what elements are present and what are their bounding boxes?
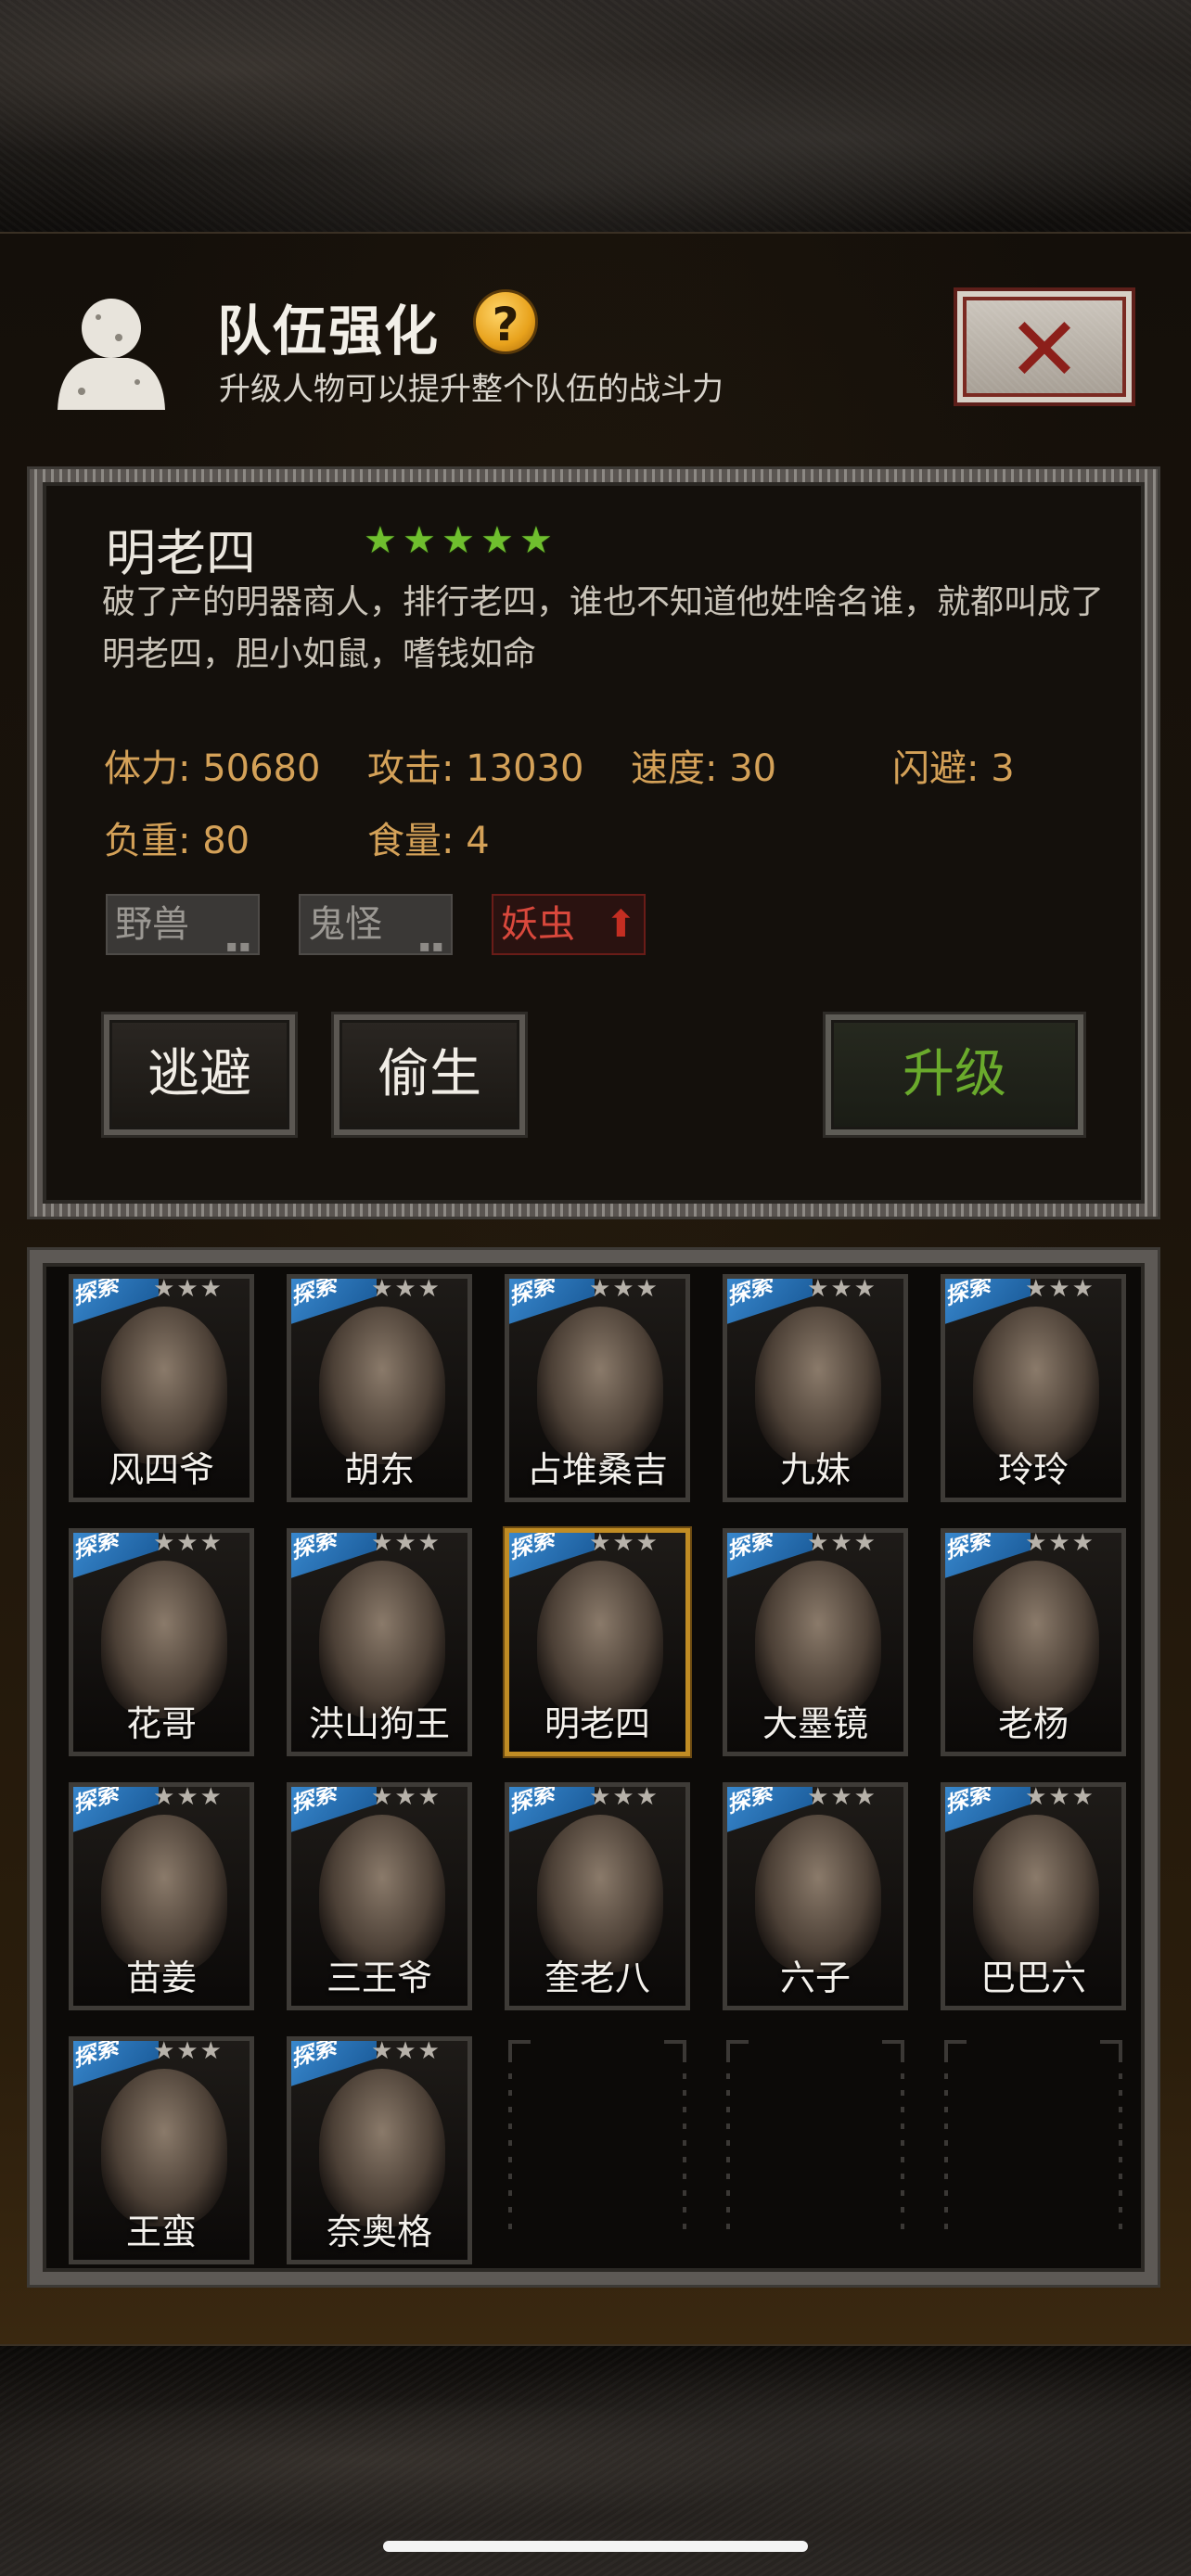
character-card-name: 王蛮	[125, 2212, 197, 2252]
star-icon: ★	[519, 519, 553, 562]
star-icon: ★	[364, 519, 397, 562]
tag-label: 野兽	[115, 903, 189, 946]
character-card[interactable]: 探索 ★★★ 花哥	[69, 1528, 254, 1756]
upgrade-button[interactable]: 升级	[826, 1014, 1083, 1135]
character-card[interactable]: 探索 ★★★ 奈奥格	[287, 2036, 472, 2264]
home-indicator[interactable]	[383, 2541, 808, 2552]
star-icon: ★	[480, 519, 514, 562]
character-card-name: 六子	[779, 1958, 851, 1998]
tag-insect: 妖虫 ⬆	[492, 894, 646, 955]
character-description: 破了产的明器商人，排行老四，谁也不知道他姓啥名谁，就都叫成了明老四，胆小如鼠，嗜…	[102, 583, 1105, 673]
character-card[interactable]: 探索 ★★★ 大墨镜	[723, 1528, 908, 1756]
tag-ghost: 鬼怪 ▪▪	[299, 894, 453, 956]
card-star-rating: ★★★	[807, 1783, 877, 1811]
empty-slot	[723, 2036, 908, 2264]
stat-speed: 速度: 30	[631, 747, 777, 790]
star-icon: ★	[403, 519, 436, 562]
empty-slot	[941, 2036, 1126, 2264]
character-card[interactable]: 探索 ★★★ 洪山狗王	[287, 1528, 472, 1756]
help-icon[interactable]: ?	[473, 289, 538, 354]
character-star-rating: ★ ★ ★ ★ ★	[364, 519, 555, 562]
character-card[interactable]: 探索 ★★★ 明老四	[505, 1528, 690, 1756]
character-card-name: 苗姜	[125, 1958, 197, 1998]
card-star-rating: ★★★	[807, 1275, 877, 1303]
card-star-rating: ★★★	[153, 2037, 224, 2065]
character-card[interactable]: 探索 ★★★ 三王爷	[287, 1782, 472, 2010]
tag-label: 鬼怪	[308, 903, 382, 946]
character-card[interactable]: 探索 ★★★ 王蛮	[69, 2036, 254, 2264]
character-card-name: 胡东	[343, 1449, 415, 1490]
character-card[interactable]: 探索 ★★★ 巴巴六	[941, 1782, 1126, 2010]
stat-load: 负重: 80	[104, 820, 250, 862]
card-star-rating: ★★★	[153, 1529, 224, 1557]
tag-beast: 野兽 ▪▪	[106, 894, 260, 956]
tag-neutral-icon: ▪▪	[225, 937, 252, 956]
character-card[interactable]: 探索 ★★★ 胡东	[287, 1274, 472, 1502]
character-card-name: 玲玲	[997, 1449, 1069, 1490]
stat-hp: 体力: 50680	[104, 747, 321, 790]
card-star-rating: ★★★	[1025, 1275, 1095, 1303]
character-card-name: 老杨	[997, 1703, 1069, 1744]
character-card-name: 奈奥格	[326, 2212, 432, 2252]
character-card[interactable]: 探索 ★★★ 六子	[723, 1782, 908, 2010]
character-card-name: 洪山狗王	[308, 1703, 450, 1744]
card-star-rating: ★★★	[153, 1275, 224, 1303]
page-title: 队伍强化	[217, 300, 441, 363]
close-icon: ✕	[1006, 298, 1082, 402]
tag-label: 妖虫	[501, 903, 575, 946]
card-star-rating: ★★★	[589, 1529, 660, 1557]
character-card-name: 大墨镜	[762, 1703, 868, 1744]
card-star-rating: ★★★	[153, 1783, 224, 1811]
character-card-name: 风四爷	[108, 1449, 214, 1490]
stat-attack: 攻击: 13030	[367, 747, 584, 790]
empty-slot	[505, 2036, 690, 2264]
stat-food: 食量: 4	[367, 820, 490, 862]
arrow-up-icon: ⬆	[605, 903, 638, 946]
escape-button[interactable]: 逃避	[104, 1014, 295, 1135]
star-icon: ★	[442, 519, 475, 562]
character-card[interactable]: 探索 ★★★ 老杨	[941, 1528, 1126, 1756]
character-card-name: 花哥	[125, 1703, 197, 1744]
character-card[interactable]: 探索 ★★★ 占堆桑吉	[505, 1274, 690, 1502]
character-card-name: 占堆桑吉	[526, 1449, 668, 1490]
stat-dodge: 闪避: 3	[892, 747, 1015, 790]
card-star-rating: ★★★	[371, 1275, 442, 1303]
card-star-rating: ★★★	[371, 1529, 442, 1557]
character-card-name: 奎老八	[544, 1958, 650, 1998]
character-card[interactable]: 探索 ★★★ 玲玲	[941, 1274, 1126, 1502]
stone-background-top	[0, 0, 1191, 232]
character-card-name: 明老四	[544, 1703, 650, 1744]
character-card[interactable]: 探索 ★★★ 奎老八	[505, 1782, 690, 2010]
character-card-name: 三王爷	[326, 1958, 432, 1998]
card-star-rating: ★★★	[371, 2037, 442, 2065]
character-name: 明老四	[106, 524, 256, 582]
card-star-rating: ★★★	[589, 1275, 660, 1303]
tag-neutral-icon: ▪▪	[418, 937, 445, 956]
card-star-rating: ★★★	[807, 1529, 877, 1557]
page-subtitle: 升级人物可以提升整个队伍的战斗力	[219, 371, 724, 408]
close-button[interactable]: ✕	[954, 287, 1135, 406]
character-card[interactable]: 探索 ★★★ 苗姜	[69, 1782, 254, 2010]
card-star-rating: ★★★	[1025, 1783, 1095, 1811]
character-card[interactable]: 探索 ★★★ 风四爷	[69, 1274, 254, 1502]
character-card-name: 九妹	[779, 1449, 851, 1490]
person-silhouette-icon	[58, 299, 165, 410]
steal-life-button[interactable]: 偷生	[334, 1014, 525, 1135]
card-star-rating: ★★★	[371, 1783, 442, 1811]
character-card[interactable]: 探索 ★★★ 九妹	[723, 1274, 908, 1502]
character-card-name: 巴巴六	[980, 1958, 1086, 1998]
card-star-rating: ★★★	[1025, 1529, 1095, 1557]
card-star-rating: ★★★	[589, 1783, 660, 1811]
